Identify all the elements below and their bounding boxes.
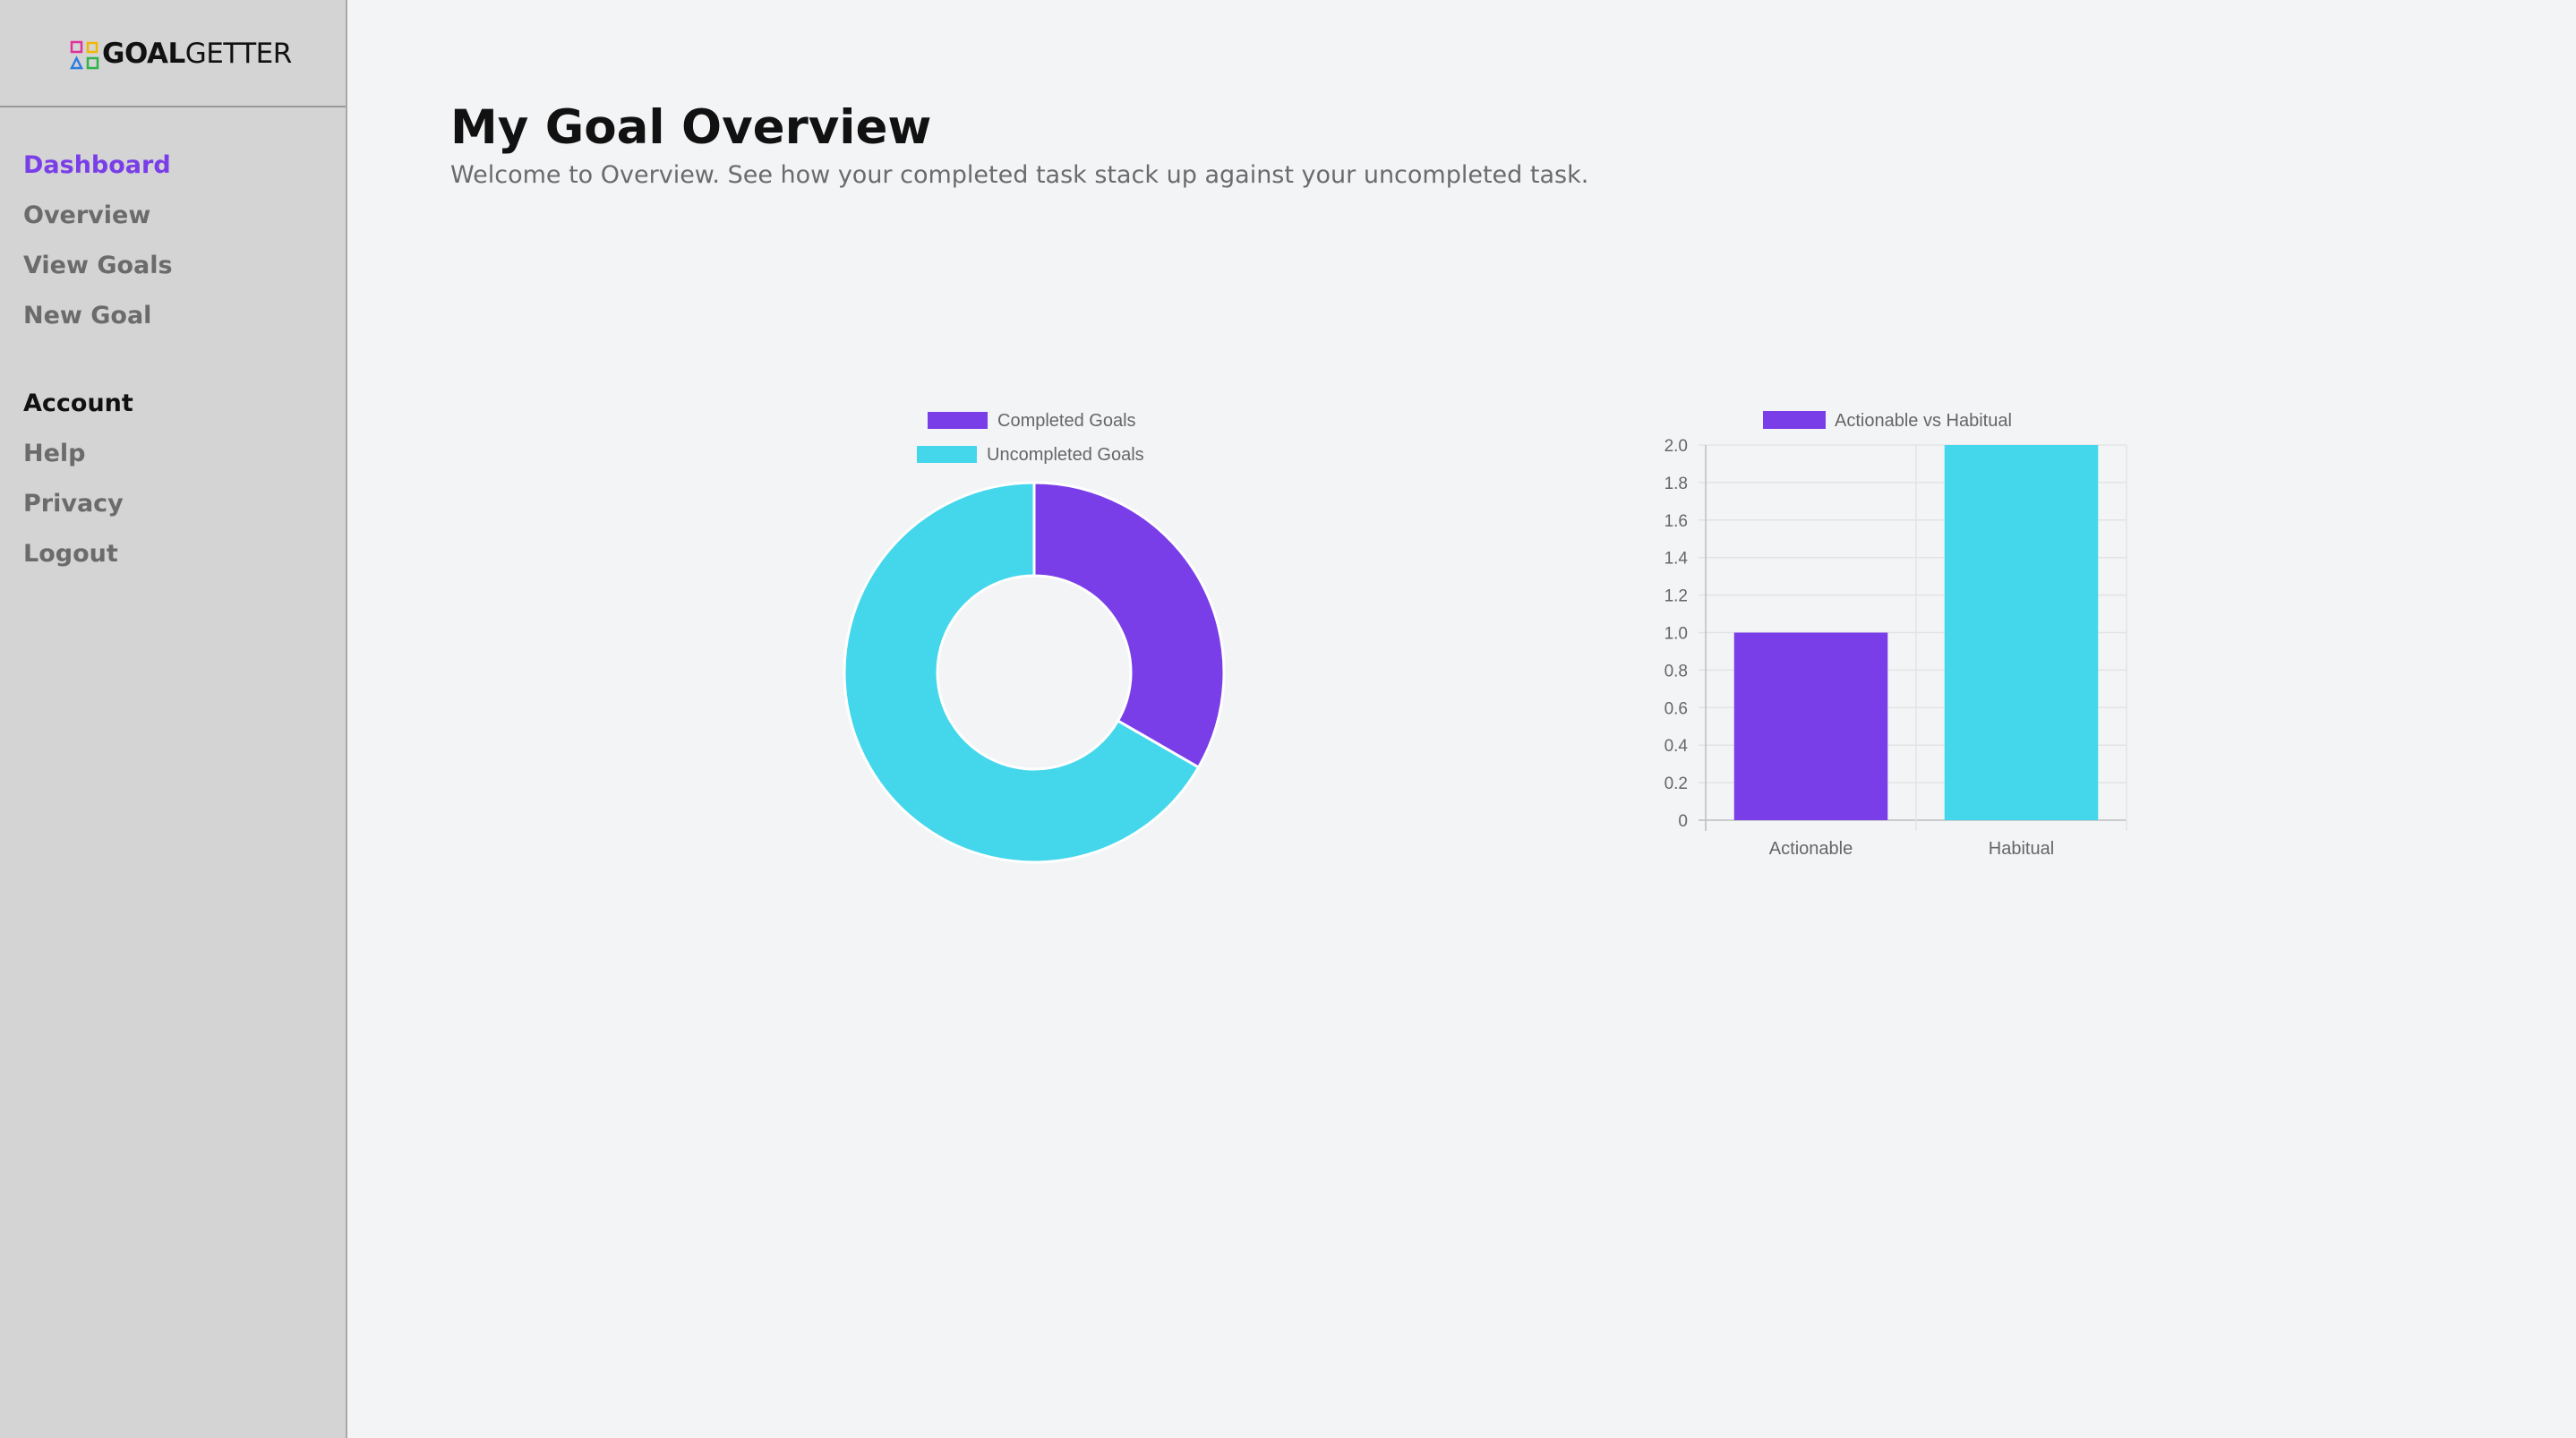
y-tick-label: 0 — [1678, 812, 1688, 831]
bar-actionable[interactable] — [1733, 632, 1888, 821]
actionable-habitual-bar-chart: Actionable vs Habitual 0 0.2 0.4 0.6 0.8 1.0 1.… — [1665, 411, 2127, 859]
y-tick-label: 1.8 — [1665, 475, 1688, 493]
y-tick-label: 0.2 — [1665, 775, 1688, 793]
x-tick-label: Actionable — [1769, 839, 1853, 859]
legend-swatch[interactable] — [1763, 411, 1826, 429]
legend-label[interactable]: Actionable vs Habitual — [1835, 411, 2012, 431]
x-tick-label: Habitual — [1989, 839, 2054, 859]
y-tick-label: 1.2 — [1665, 587, 1688, 606]
y-tick-label: 1.0 — [1665, 625, 1688, 644]
y-tick-label: 1.6 — [1665, 512, 1688, 531]
bar-habitual[interactable] — [1944, 445, 2099, 820]
y-tick-label: 0.6 — [1665, 699, 1688, 718]
y-tick-label: 1.4 — [1665, 550, 1689, 569]
y-tick-label: 0.8 — [1665, 662, 1688, 680]
y-tick-label: 0.4 — [1665, 737, 1689, 756]
y-tick-label: 2.0 — [1665, 437, 1688, 456]
